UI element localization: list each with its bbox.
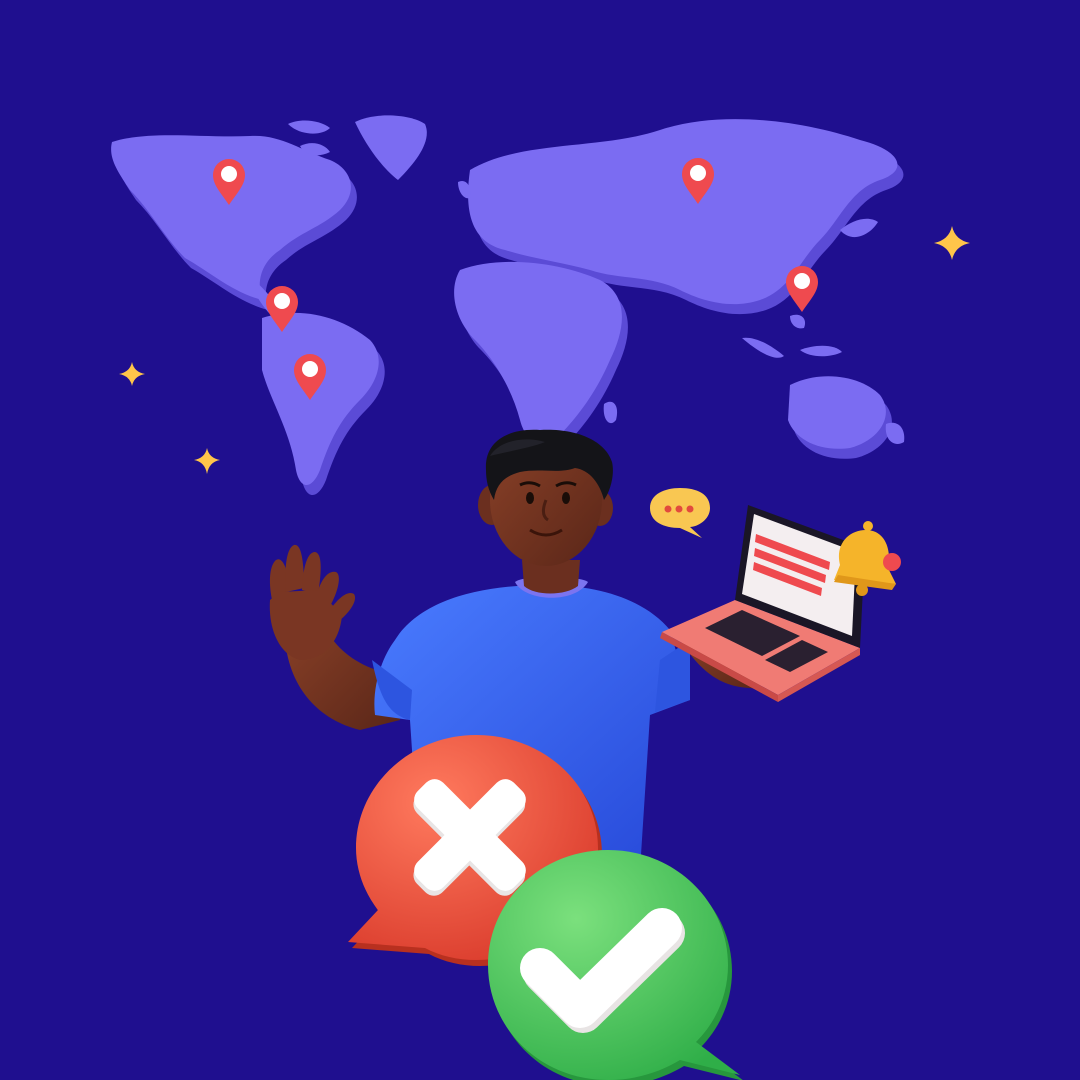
illustration-svg — [0, 0, 1080, 1080]
illustration-scene — [0, 0, 1080, 1080]
